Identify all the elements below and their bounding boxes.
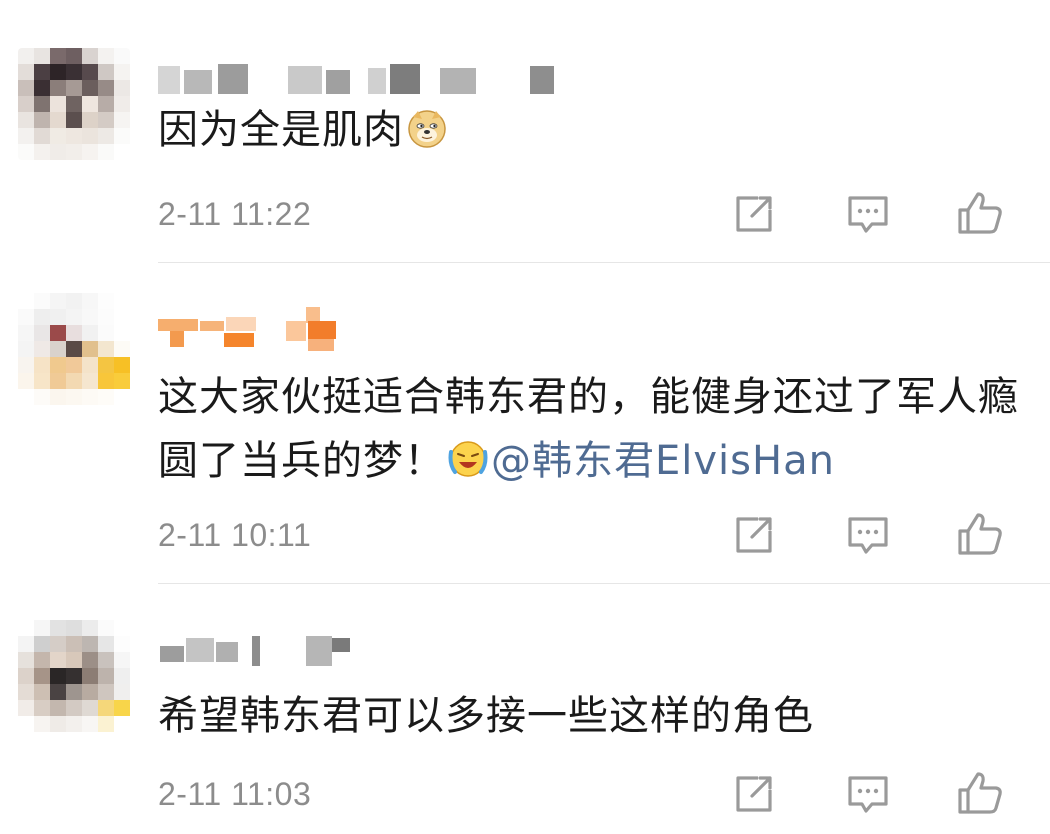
comment-button[interactable] <box>842 768 894 820</box>
comment-text: 因为全是肌肉 <box>158 98 1038 162</box>
comment-item: 希望韩东君可以多接一些这样的角色 2-11 11:03 <box>0 584 1050 834</box>
like-button[interactable] <box>954 768 1006 820</box>
comment-icon <box>848 517 888 554</box>
comment-icon <box>848 196 888 233</box>
repost-button[interactable] <box>728 188 780 240</box>
mention-link[interactable]: @韩东君ElvisHan <box>491 438 835 484</box>
like-button[interactable] <box>954 509 1006 561</box>
laugh-cry-emoji-icon <box>447 435 489 477</box>
comment-time: 2-11 10:11 <box>158 517 312 553</box>
comment-time: 2-11 11:22 <box>158 196 312 232</box>
repost-icon <box>736 517 772 553</box>
repost-icon <box>736 776 772 812</box>
repost-button[interactable] <box>728 768 780 820</box>
like-icon <box>958 513 1002 555</box>
comment-item: 这大家伙挺适合韩东君的，能健身还过了军人瘾圆了当兵的梦！ @韩东君ElvisHa… <box>0 263 1050 584</box>
repost-icon <box>736 196 772 232</box>
comment-time: 2-11 11:03 <box>158 776 312 812</box>
comment-text: 希望韩东君可以多接一些这样的角色 <box>158 693 814 739</box>
comment-text: 这大家伙挺适合韩东君的，能健身还过了军人瘾圆了当兵的梦！ @韩东君ElvisHa… <box>158 374 1019 484</box>
doge-emoji-icon <box>406 104 448 148</box>
comment-button[interactable] <box>842 188 894 240</box>
avatar[interactable] <box>18 48 130 160</box>
avatar[interactable] <box>18 620 130 732</box>
like-button[interactable] <box>954 188 1006 240</box>
comment-item: 因为全是肌肉 2-11 11:22 <box>0 0 1050 263</box>
comment-button[interactable] <box>842 509 894 561</box>
username-blurred[interactable] <box>158 632 378 672</box>
username-blurred[interactable] <box>158 60 578 100</box>
like-icon <box>958 192 1002 234</box>
avatar[interactable] <box>18 293 130 405</box>
comment-icon <box>848 776 888 813</box>
repost-button[interactable] <box>728 509 780 561</box>
like-icon <box>958 772 1002 814</box>
username-blurred[interactable] <box>158 303 358 351</box>
